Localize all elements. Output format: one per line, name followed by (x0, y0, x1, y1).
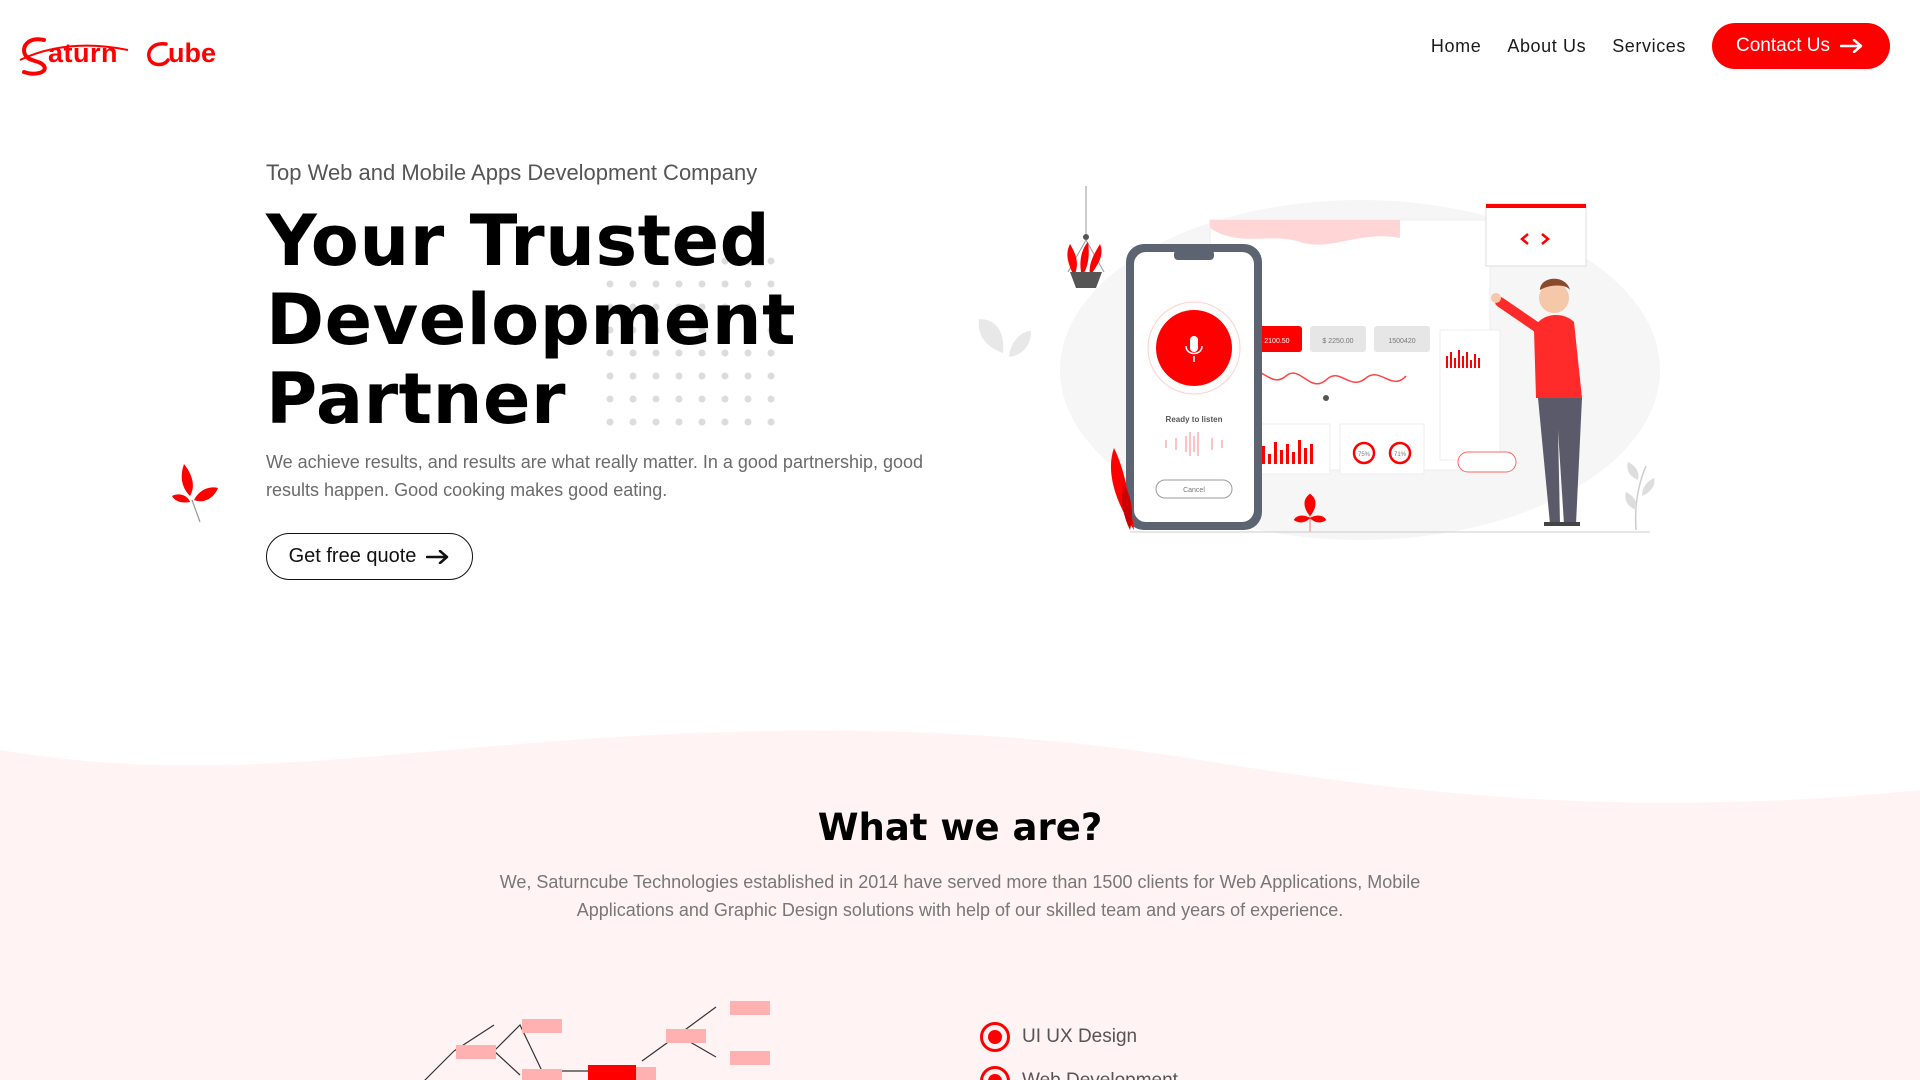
gauge-value-1: 75% (1358, 452, 1371, 458)
radio-selected-icon (980, 1066, 1010, 1080)
arrow-right-icon (1840, 39, 1863, 53)
saturncube-logo[interactable]: aturn ube (18, 30, 232, 78)
hero-title: Your Trusted Development Partner (266, 202, 796, 439)
what-we-are-description: We, Saturncube Technologies established … (499, 872, 1421, 920)
services-list: UI UX Design Web Development (980, 1015, 1178, 1080)
ready-to-listen-text: Ready to listen (1166, 415, 1223, 424)
red-leaf-decoration (172, 464, 218, 523)
sitemap-tree-illustration (424, 1001, 770, 1080)
what-we-are-title: What we are? (817, 806, 1103, 849)
stat-value-2: $ 2250.00 (1322, 338, 1353, 345)
svg-text:aturn: aturn (48, 38, 118, 68)
hero-title-line2: Development (266, 279, 797, 361)
svg-text:ube: ube (168, 38, 216, 68)
stat-value-1: $ 2100.50 (1258, 338, 1289, 345)
hero-title-line3: Partner (266, 358, 566, 440)
get-free-quote-label: Get free quote (288, 545, 417, 567)
arrow-right-icon (426, 549, 449, 564)
site-header: aturn ube Home About Us Services Contact… (0, 0, 1920, 96)
radio-selected-icon (980, 1022, 1010, 1052)
service-item-web-development[interactable]: Web Development (980, 1059, 1178, 1080)
nav-services[interactable]: Services (1612, 36, 1686, 57)
nav-home[interactable]: Home (1431, 36, 1481, 57)
service-label: Web Development (1022, 1070, 1178, 1080)
gauge-value-2: 71% (1394, 452, 1407, 458)
hero-title-line1: Your Trusted (266, 200, 771, 282)
hero-description: We achieve results, and results are what… (266, 452, 924, 500)
nav-about-us[interactable]: About Us (1507, 36, 1586, 57)
service-label: UI UX Design (1022, 1026, 1138, 1047)
app-development-illustration: $ 2100.50 $ 2250.00 1500420 75% 71% Read… (1060, 186, 1660, 540)
stat-value-3: 1500420 (1388, 338, 1415, 345)
get-free-quote-button[interactable]: Get free quote (266, 533, 473, 580)
service-item-ui-ux-design[interactable]: UI UX Design (980, 1015, 1178, 1059)
cancel-text: Cancel (1183, 487, 1205, 494)
contact-us-label: Contact Us (1736, 35, 1830, 56)
hero-subtitle: Top Web and Mobile Apps Development Comp… (266, 160, 758, 185)
grey-leaf-decoration (978, 319, 1031, 357)
logo-icon: aturn ube (19, 37, 216, 76)
main-nav: Home About Us Services Contact Us (1405, 23, 1890, 69)
contact-us-button[interactable]: Contact Us (1712, 23, 1890, 69)
